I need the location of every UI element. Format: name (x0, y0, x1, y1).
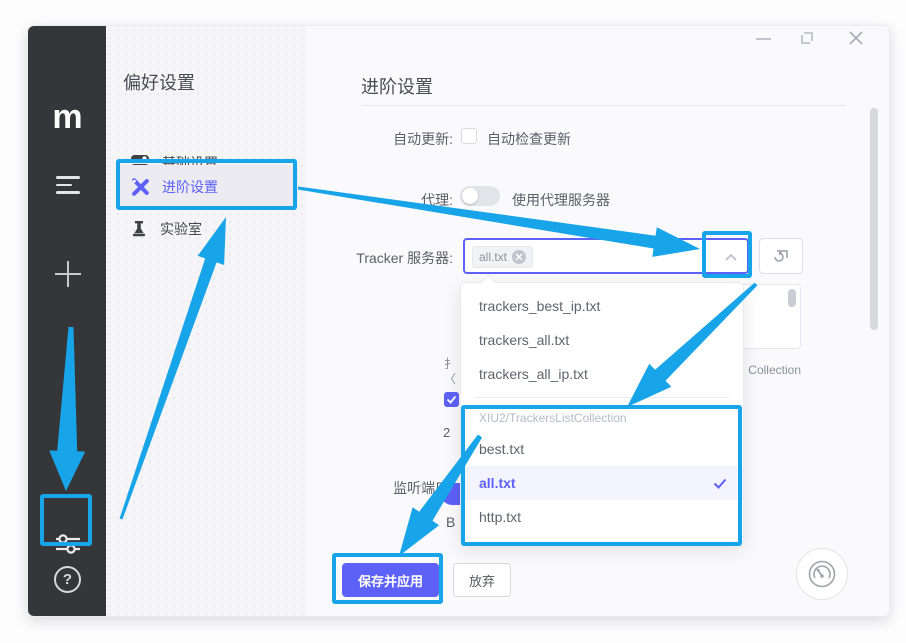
speed-gauge-icon (807, 559, 837, 589)
dropdown-option[interactable]: best.txt (461, 432, 743, 466)
dropdown-option[interactable]: trackers_all.txt (461, 323, 743, 357)
maximize-icon[interactable] (799, 30, 815, 46)
add-task-icon[interactable] (55, 261, 81, 287)
app-window: m ? 偏好设置 基础设置 (27, 25, 890, 617)
preferences-nav: 偏好设置 基础设置 进阶设置 (106, 26, 306, 616)
dropdown-divider (475, 397, 729, 398)
port-fragment: B (446, 514, 455, 530)
app-sidebar: m ? (28, 26, 106, 616)
dropdown-group-label: XIU2/TrackersListCollection (461, 404, 743, 432)
check-icon (444, 392, 459, 407)
lab-icon (130, 220, 148, 238)
dropdown-option[interactable]: trackers_best_ip.txt (461, 289, 743, 323)
dropdown-option[interactable]: http.txt (461, 500, 743, 534)
sync-icon (772, 248, 790, 264)
preferences-title: 偏好设置 (123, 69, 195, 95)
update-time-fragment: 2 (443, 425, 450, 440)
advanced-settings-icon (130, 177, 150, 197)
tracker-select[interactable]: all.txt (463, 238, 749, 274)
tracker-label: Tracker 服务器: (306, 248, 453, 268)
help-icon[interactable]: ? (54, 566, 81, 593)
nav-item-lab[interactable]: 实验室 (118, 207, 298, 251)
minimize-icon[interactable] (756, 38, 771, 40)
settings-sliders-icon[interactable] (54, 531, 82, 557)
tracker-tag: all.txt (472, 246, 533, 268)
task-list-icon[interactable] (56, 176, 80, 199)
dropdown-option-selected[interactable]: all.txt (461, 466, 743, 500)
tag-remove-icon[interactable] (512, 250, 526, 264)
nav-item-advanced-settings[interactable]: 进阶设置 (118, 165, 298, 209)
auto-update-label: 自动更新: (306, 129, 453, 149)
dropdown-option[interactable]: trackers_all_ip.txt (461, 357, 743, 391)
proxy-toggle-label: 使用代理服务器 (512, 190, 610, 210)
textarea-scrollbar[interactable] (788, 289, 796, 307)
auto-sync-checkbox[interactable] (444, 392, 459, 407)
auto-update-checkbox[interactable] (461, 128, 477, 144)
motrix-logo: m (28, 98, 106, 137)
listen-port-label: 监听端口: (306, 478, 453, 498)
proxy-toggle[interactable] (460, 186, 500, 206)
discard-button[interactable]: 放弃 (453, 563, 511, 597)
tracker-tag-label: all.txt (479, 250, 507, 264)
tracker-dropdown: trackers_best_ip.txt trackers_all.txt tr… (460, 282, 744, 545)
page-title: 进阶设置 (361, 73, 433, 99)
nav-item-label: 进阶设置 (162, 177, 218, 197)
sync-tracker-button[interactable] (759, 238, 803, 274)
save-button[interactable]: 保存并应用 (342, 563, 439, 597)
auto-update-checkbox-label: 自动检查更新 (487, 129, 571, 149)
check-icon (713, 478, 727, 489)
chevron-up-icon[interactable] (725, 253, 737, 261)
screenshot-stage: m ? 偏好设置 基础设置 (0, 0, 906, 643)
proxy-label: 代理: (306, 190, 453, 210)
window-scrollbar[interactable] (870, 108, 878, 330)
speed-limit-button[interactable] (796, 548, 848, 600)
title-divider (361, 105, 846, 106)
close-icon[interactable] (848, 30, 864, 46)
nav-item-label: 实验室 (160, 219, 202, 239)
